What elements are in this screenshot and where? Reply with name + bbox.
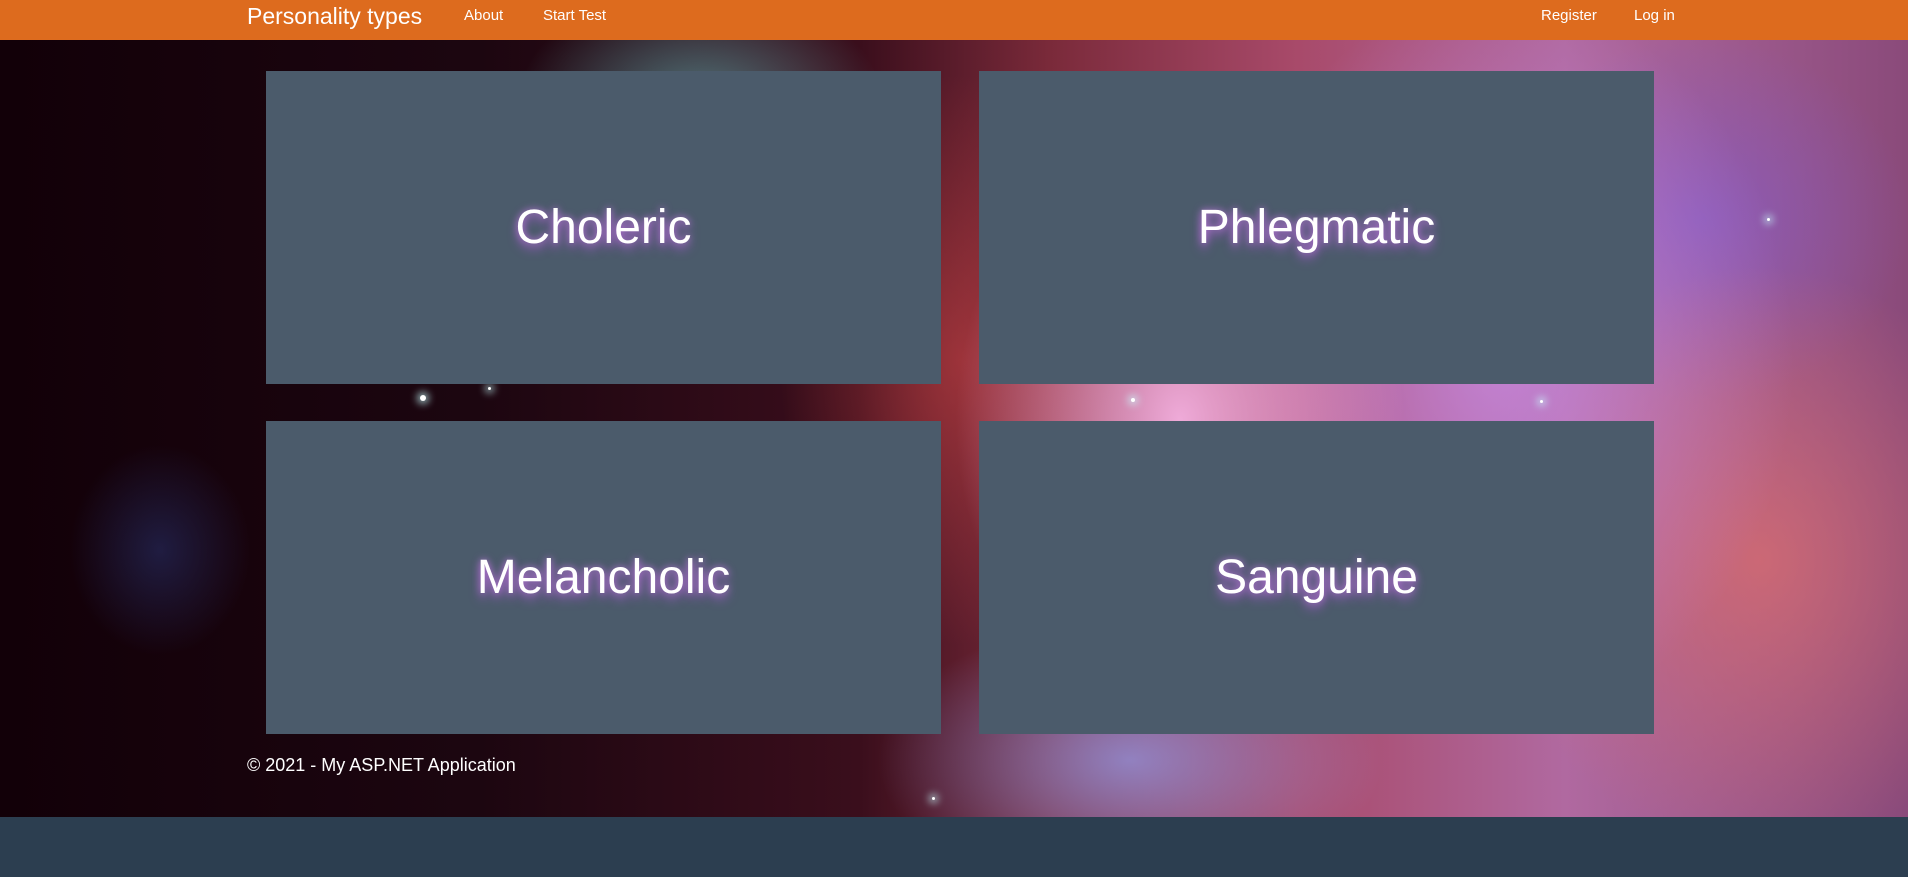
card-title: Phlegmatic bbox=[1197, 200, 1436, 254]
star-decoration bbox=[1767, 218, 1770, 221]
personality-card-choleric[interactable]: Choleric bbox=[266, 71, 941, 384]
star-decoration bbox=[488, 387, 491, 390]
card-title: Melancholic bbox=[476, 550, 731, 604]
nav-start-test-link[interactable]: Start Test bbox=[543, 6, 606, 26]
card-title: Sanguine bbox=[1215, 550, 1418, 604]
brand-link[interactable]: Personality types bbox=[247, 3, 422, 29]
nav-about-link[interactable]: About bbox=[464, 6, 503, 26]
star-decoration bbox=[420, 395, 426, 401]
page-bottom-band bbox=[0, 817, 1908, 877]
star-decoration bbox=[1131, 398, 1135, 402]
footer-copyright: © 2021 - My ASP.NET Application bbox=[247, 755, 516, 775]
top-navbar: Personality types About Start Test Regis… bbox=[0, 0, 1908, 40]
personality-card-sanguine[interactable]: Sanguine bbox=[979, 421, 1654, 734]
star-decoration bbox=[1540, 400, 1543, 403]
page: Personality types About Start Test Regis… bbox=[0, 0, 1908, 877]
card-title: Choleric bbox=[515, 200, 692, 254]
personality-card-phlegmatic[interactable]: Phlegmatic bbox=[979, 71, 1654, 384]
star-decoration bbox=[932, 797, 935, 800]
personality-card-melancholic[interactable]: Melancholic bbox=[266, 421, 941, 734]
nav-log-in-link[interactable]: Log in bbox=[1634, 6, 1675, 26]
nav-register-link[interactable]: Register bbox=[1541, 6, 1597, 26]
